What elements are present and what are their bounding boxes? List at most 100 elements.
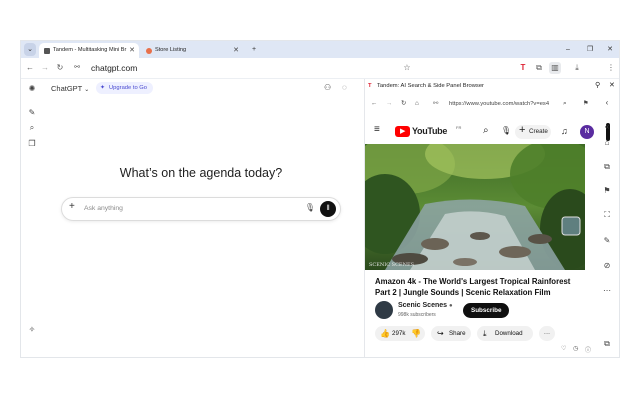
download-icon[interactable]: ⤓: [571, 58, 583, 78]
sp-search-icon[interactable]: ⌕: [563, 97, 567, 111]
youtube-logo-icon[interactable]: ▶: [395, 126, 410, 137]
sp-home-icon[interactable]: ⌂: [415, 97, 419, 111]
model-selector[interactable]: ChatGPT ⌄: [51, 84, 89, 93]
tandem-logo-icon: T: [368, 83, 372, 89]
add-user-icon[interactable]: ⚇: [324, 83, 331, 92]
bookmark-icon[interactable]: ⚑: [601, 185, 613, 197]
sp-reload-icon[interactable]: ↻: [401, 97, 406, 111]
model-label: ChatGPT: [51, 84, 83, 93]
more-icon[interactable]: ⋯: [601, 285, 613, 297]
close-panel-icon[interactable]: ✕: [609, 79, 615, 93]
add-attachment-icon[interactable]: +: [69, 201, 75, 212]
tab-title: Tandem - Multitasking Mini Br: [53, 47, 127, 53]
new-chat-icon[interactable]: ✎: [27, 108, 37, 118]
tandem-favicon-icon: [44, 47, 50, 54]
chevron-down-icon: ⌄: [84, 87, 90, 93]
prompt-box[interactable]: + Ask anything 🎙 ⦀: [61, 197, 341, 221]
notifications-bell-icon[interactable]: ♫: [561, 126, 568, 136]
reload-icon[interactable]: ↻: [54, 58, 66, 78]
side-panel-nav: ← → ↻ ⌂ ⚯ https://www.youtube.com/watch?…: [369, 97, 597, 111]
verified-icon: ●: [448, 303, 453, 309]
duplicate-icon[interactable]: ⧉: [601, 161, 613, 173]
plus-icon: +: [519, 124, 526, 136]
expand-icon[interactable]: «: [601, 121, 613, 133]
info-icon[interactable]: ⓘ: [585, 345, 591, 354]
download-button[interactable]: ⤓ Download: [477, 326, 533, 341]
side-panel-header: T Tandem: AI Search & Side Panel Browser…: [365, 79, 619, 93]
channel-avatar[interactable]: [375, 301, 393, 319]
toolbar: ← → ↻ ⚯ chatgpt.com ☆ T ⧉ ▥ ⤓ ⋮: [21, 58, 619, 79]
home-icon[interactable]: ⌂: [601, 137, 613, 149]
close-window-icon[interactable]: ✕: [603, 41, 617, 58]
yt-search-icon[interactable]: ⌕: [483, 125, 489, 136]
channel-subscribers: 998k subscribers: [398, 312, 436, 318]
youtube-logo-text[interactable]: YouTube: [412, 126, 447, 136]
sp-site-info-icon[interactable]: ⚯: [433, 97, 438, 111]
library-icon[interactable]: ❒: [27, 139, 37, 149]
minimize-icon[interactable]: –: [561, 41, 575, 58]
forward-icon[interactable]: →: [39, 58, 51, 78]
like-dislike-group: 👍 297k 👎: [375, 326, 425, 341]
tab-title: Store Listing: [155, 47, 187, 53]
video-watermark: SCENIC SCENES: [369, 262, 415, 268]
video-title: Amazon 4k - The World's Largest Tropical…: [375, 277, 571, 297]
share-label: Share: [449, 330, 466, 337]
share-icon: ↪: [437, 329, 444, 338]
external-link-icon[interactable]: ⧉: [601, 338, 613, 350]
sp-forward-icon[interactable]: →: [386, 97, 392, 111]
like-count[interactable]: 297k: [392, 326, 405, 341]
openai-logo-icon[interactable]: ✺: [27, 84, 37, 94]
voice-mode-button[interactable]: ⦀: [320, 201, 336, 217]
tab-search-chevron-icon[interactable]: ⌄: [24, 43, 36, 56]
temporary-chat-icon[interactable]: ◌: [342, 83, 347, 92]
search-icon[interactable]: ⌕: [27, 123, 37, 133]
store-favicon-icon: [146, 47, 152, 54]
collapse-icon[interactable]: ‹: [601, 97, 613, 109]
tab-store-listing[interactable]: Store Listing ✕: [141, 43, 243, 58]
dislike-icon[interactable]: 👎: [411, 326, 421, 341]
youtube-region: FR: [456, 125, 462, 130]
extensions-icon[interactable]: ⧉: [533, 58, 545, 78]
hamburger-menu-icon[interactable]: ≡: [374, 124, 380, 135]
bookmark-star-icon[interactable]: ☆: [401, 58, 413, 78]
back-icon[interactable]: ←: [24, 58, 36, 78]
sp-bookmark-icon[interactable]: ⚑: [583, 97, 589, 111]
channel-name: Scenic Scenes: [398, 302, 448, 309]
new-tab-icon[interactable]: +: [247, 41, 261, 58]
more-actions-icon[interactable]: ···: [539, 326, 555, 341]
close-tab-icon[interactable]: ✕: [233, 43, 239, 58]
mic-icon[interactable]: 🎙: [305, 203, 315, 212]
prompt-input[interactable]: Ask anything: [84, 205, 123, 212]
pin-icon[interactable]: ⚲: [595, 79, 600, 93]
like-icon[interactable]: 👍: [380, 326, 390, 341]
side-panel: T Tandem: AI Search & Side Panel Browser…: [364, 79, 619, 357]
side-panel-icon[interactable]: ▥: [549, 62, 561, 74]
yt-mic-icon[interactable]: 🎙: [501, 126, 511, 135]
address-bar[interactable]: chatgpt.com: [91, 63, 137, 73]
sp-back-icon[interactable]: ←: [371, 97, 377, 111]
video-player[interactable]: SCENIC SCENES: [365, 144, 585, 270]
edit-icon[interactable]: ✎: [601, 235, 613, 247]
page-heading: What’s on the agenda today?: [119, 166, 283, 180]
heart-icon[interactable]: ♡: [561, 345, 566, 352]
share-button[interactable]: ↪ Share: [431, 326, 471, 341]
sp-url[interactable]: https://www.youtube.com/watch?v=es4: [449, 97, 549, 111]
youtube-header: ≡ ▶ YouTube FR ⌕ 🎙 + Create ♫ N: [365, 123, 597, 141]
clock-icon[interactable]: ◷: [573, 345, 578, 352]
tab-tandem[interactable]: Tandem - Multitasking Mini Br ✕: [39, 43, 139, 58]
site-info-icon[interactable]: ⚯: [71, 58, 83, 78]
hide-icon[interactable]: ⊘: [601, 260, 613, 272]
upgrade-button[interactable]: ✦ Upgrade to Go: [96, 82, 154, 94]
create-button[interactable]: + Create: [515, 124, 551, 139]
screenshot-icon[interactable]: ⛶: [601, 209, 613, 221]
subscribe-button[interactable]: Subscribe: [463, 303, 510, 318]
menu-dots-icon[interactable]: ⋮: [605, 58, 617, 78]
restore-icon[interactable]: ❐: [583, 41, 597, 58]
sparkle-icon[interactable]: ✧: [27, 325, 37, 335]
account-avatar[interactable]: N: [580, 125, 594, 139]
close-tab-icon[interactable]: ✕: [129, 43, 135, 58]
channel-name-row[interactable]: Scenic Scenes ●: [398, 302, 453, 309]
tab-strip: ⌄ Tandem - Multitasking Mini Br ✕ Store …: [21, 41, 619, 58]
tandem-extension-icon[interactable]: T: [517, 58, 529, 78]
download-label: Download: [495, 330, 523, 337]
